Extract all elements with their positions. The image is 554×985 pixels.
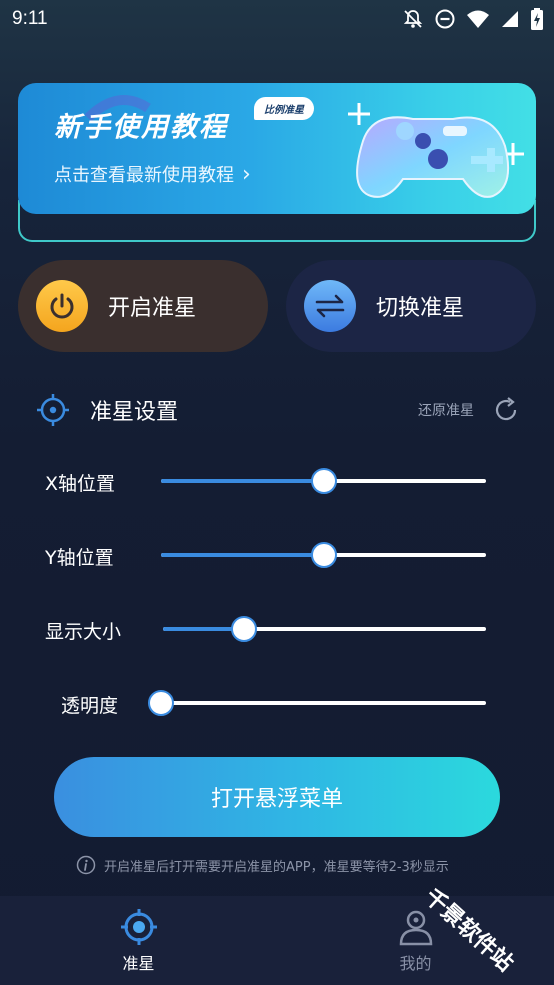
slider-fill-y xyxy=(161,553,324,557)
wifi-icon xyxy=(467,10,489,28)
notifications-off-icon xyxy=(403,10,423,28)
slider-thumb-opacity[interactable] xyxy=(148,690,174,716)
power-icon xyxy=(36,280,88,332)
nav-label-crosshair: 准星 xyxy=(122,953,155,973)
slider-thumb-x[interactable] xyxy=(310,468,337,494)
slider-fill-x xyxy=(161,479,324,483)
chevron-right-icon: › xyxy=(242,161,251,187)
settings-header: 准星设置 还原准星 xyxy=(36,392,520,428)
slider-label-size: 显示大小 xyxy=(45,621,122,643)
open-float-menu-button[interactable]: 打开悬浮菜单 xyxy=(54,757,500,837)
slider-track-x[interactable] xyxy=(161,468,486,494)
slider-track-y[interactable] xyxy=(161,542,486,568)
slider-thumb-size[interactable] xyxy=(230,616,257,642)
reset-label: 还原准星 xyxy=(418,403,474,419)
slider-thumb-y[interactable] xyxy=(310,542,337,568)
switch-crosshair-label: 切换准星 xyxy=(376,296,465,321)
enable-crosshair-label: 开启准星 xyxy=(108,296,197,321)
signal-icon xyxy=(502,11,518,27)
nav-label-mine: 我的 xyxy=(399,953,432,973)
slider-label-opacity: 透明度 xyxy=(61,695,119,717)
hint: 开启准星后打开需要开启准星的APP，准星要等待2-3秒显示 xyxy=(76,855,449,875)
banner-title: 新手使用教程 xyxy=(54,112,228,143)
swap-arrows-icon xyxy=(304,280,356,332)
crosshair-icon xyxy=(37,394,69,426)
nav-item-mine[interactable]: 我的 xyxy=(277,896,554,985)
nav-item-crosshair[interactable]: 准星 xyxy=(0,896,277,985)
banner-subtitle: 点击查看最新使用教程 xyxy=(54,165,234,186)
switch-crosshair-button[interactable]: 切换准星 xyxy=(286,260,536,352)
slider-row-x: X轴位置 xyxy=(0,463,554,499)
banner-subtitle-link[interactable]: 点击查看最新使用教程 › xyxy=(54,161,251,187)
refresh-icon xyxy=(495,397,517,421)
gamepad-icon xyxy=(356,116,509,198)
tutorial-banner[interactable]: 新手使用教程 比例准星 点击查看最新使用教程 › xyxy=(18,83,536,214)
info-icon xyxy=(76,855,96,875)
slider-track-size[interactable] xyxy=(163,616,486,642)
do-not-disturb-icon xyxy=(435,9,455,29)
slider-row-y: Y轴位置 xyxy=(0,537,554,573)
hint-text: 开启准星后打开需要开启准星的APP，准星要等待2-3秒显示 xyxy=(104,859,449,875)
slider-track-opacity[interactable] xyxy=(148,690,486,716)
battery-charging-icon xyxy=(531,8,543,30)
status-bar: 9:11 xyxy=(0,0,554,38)
slider-row-size: 显示大小 xyxy=(0,611,554,647)
crosshair-icon xyxy=(120,908,157,945)
slider-label-y: Y轴位置 xyxy=(45,547,114,569)
status-icons xyxy=(402,7,544,31)
banner-tag: 比例准星 xyxy=(254,97,314,120)
settings-title: 准星设置 xyxy=(90,400,179,425)
slider-label-x: X轴位置 xyxy=(45,473,116,495)
enable-crosshair-button[interactable]: 开启准星 xyxy=(18,260,268,352)
slider-row-opacity: 透明度 xyxy=(0,685,554,721)
reset-crosshair-button[interactable]: 还原准星 xyxy=(418,396,520,424)
status-time: 9:11 xyxy=(12,8,48,29)
